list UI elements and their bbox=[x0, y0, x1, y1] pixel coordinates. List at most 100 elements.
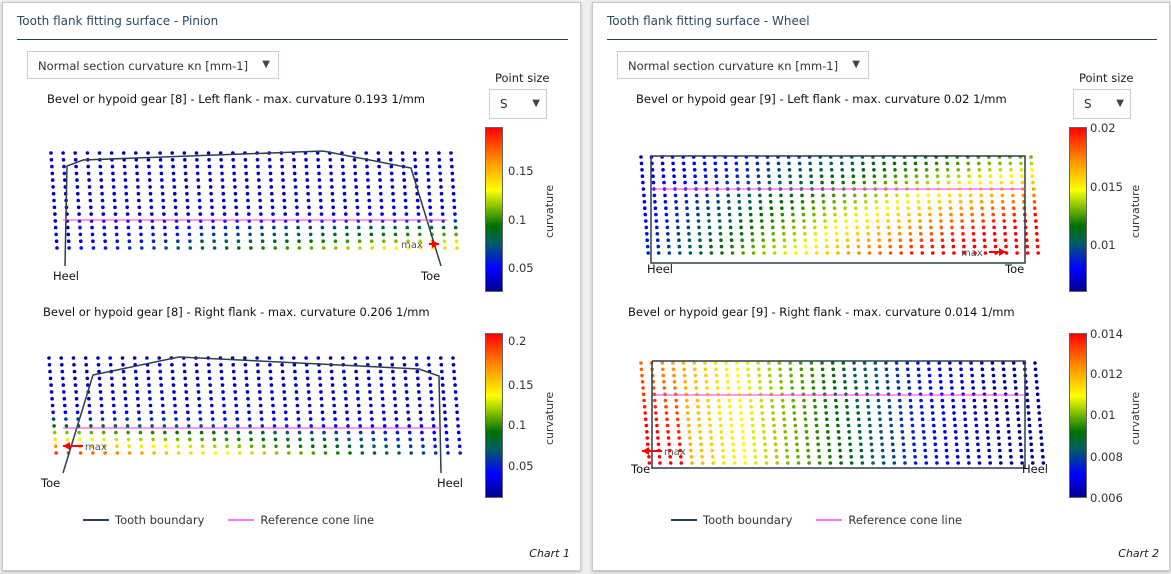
data-point bbox=[739, 417, 744, 422]
data-point bbox=[952, 417, 957, 422]
data-point bbox=[974, 423, 979, 428]
data-point bbox=[83, 356, 88, 360]
data-point bbox=[856, 417, 861, 422]
data-point bbox=[748, 398, 753, 403]
data-point bbox=[176, 444, 180, 449]
data-point bbox=[360, 451, 365, 455]
data-point bbox=[708, 430, 713, 434]
data-point bbox=[950, 392, 955, 397]
data-point bbox=[706, 398, 710, 403]
data-point bbox=[897, 392, 901, 397]
data-point bbox=[757, 380, 762, 384]
data-point bbox=[816, 448, 821, 453]
data-point bbox=[394, 410, 398, 415]
data-point bbox=[123, 390, 127, 394]
data-point bbox=[961, 398, 966, 403]
data-point bbox=[837, 436, 841, 440]
data-point bbox=[157, 363, 162, 367]
data-point bbox=[297, 430, 302, 435]
data-point bbox=[248, 430, 253, 435]
data-point bbox=[1040, 448, 1045, 453]
data-point bbox=[828, 461, 833, 465]
data-point bbox=[174, 417, 178, 421]
data-point bbox=[162, 417, 166, 421]
data-point bbox=[1012, 367, 1016, 372]
data-point bbox=[377, 356, 382, 360]
data-point bbox=[372, 451, 377, 455]
data-point bbox=[774, 455, 779, 459]
data-point bbox=[113, 417, 117, 421]
data-point bbox=[878, 417, 882, 422]
data-point bbox=[124, 403, 128, 408]
data-point bbox=[101, 424, 105, 428]
data-point bbox=[725, 373, 729, 378]
data-point bbox=[114, 437, 119, 442]
data-point bbox=[1036, 405, 1041, 409]
data-point bbox=[108, 356, 112, 360]
colorbar bbox=[485, 333, 503, 498]
data-point bbox=[847, 430, 851, 434]
data-point bbox=[768, 373, 772, 378]
data-point bbox=[319, 396, 324, 401]
data-point bbox=[877, 405, 881, 409]
data-point bbox=[147, 383, 151, 387]
data-point bbox=[962, 411, 967, 415]
data-point bbox=[328, 356, 333, 360]
data-point bbox=[1014, 392, 1019, 397]
data-point bbox=[911, 436, 916, 440]
data-point bbox=[418, 403, 422, 408]
data-point bbox=[1007, 436, 1012, 440]
data-point bbox=[135, 390, 140, 394]
data-point bbox=[50, 403, 55, 408]
data-point bbox=[284, 417, 289, 421]
data-point bbox=[899, 411, 903, 415]
data-point bbox=[96, 363, 101, 367]
data-point bbox=[890, 442, 895, 447]
data-point bbox=[916, 367, 921, 372]
colorbar-label: curvature bbox=[1129, 391, 1142, 445]
data-point bbox=[1033, 361, 1037, 365]
data-point bbox=[136, 403, 141, 408]
data-point bbox=[940, 398, 945, 403]
data-point bbox=[455, 410, 459, 415]
data-point bbox=[736, 373, 740, 378]
data-point bbox=[932, 430, 937, 434]
data-point bbox=[225, 451, 230, 455]
data-point bbox=[802, 405, 807, 409]
data-point bbox=[346, 430, 351, 435]
data-point bbox=[759, 392, 763, 397]
data-point bbox=[198, 417, 203, 421]
data-point bbox=[406, 410, 410, 415]
data-point bbox=[855, 398, 859, 403]
data-point bbox=[171, 383, 176, 387]
data-point bbox=[137, 417, 142, 421]
data-point bbox=[921, 423, 925, 428]
data-point bbox=[336, 451, 340, 455]
data-point bbox=[773, 442, 778, 447]
data-point bbox=[749, 405, 753, 409]
data-point bbox=[323, 444, 327, 449]
data-point bbox=[759, 398, 764, 403]
data-point bbox=[803, 411, 807, 415]
data-point bbox=[815, 436, 820, 440]
data-point bbox=[170, 369, 175, 374]
data-point bbox=[854, 392, 859, 397]
data-point bbox=[812, 392, 816, 397]
data-point bbox=[736, 380, 741, 384]
data-point bbox=[390, 363, 395, 367]
data-point bbox=[969, 367, 974, 372]
data-point bbox=[182, 369, 187, 374]
data-point bbox=[359, 437, 364, 442]
data-point bbox=[369, 410, 374, 415]
data-point bbox=[938, 373, 942, 378]
data-point bbox=[924, 461, 929, 465]
data-point bbox=[187, 424, 191, 428]
data-point bbox=[454, 403, 459, 408]
data-point bbox=[207, 369, 211, 374]
data-point bbox=[250, 451, 254, 455]
data-point bbox=[770, 398, 774, 403]
data-point bbox=[334, 430, 339, 435]
data-point bbox=[666, 430, 670, 434]
data-point bbox=[358, 430, 363, 435]
data-point bbox=[347, 444, 352, 449]
